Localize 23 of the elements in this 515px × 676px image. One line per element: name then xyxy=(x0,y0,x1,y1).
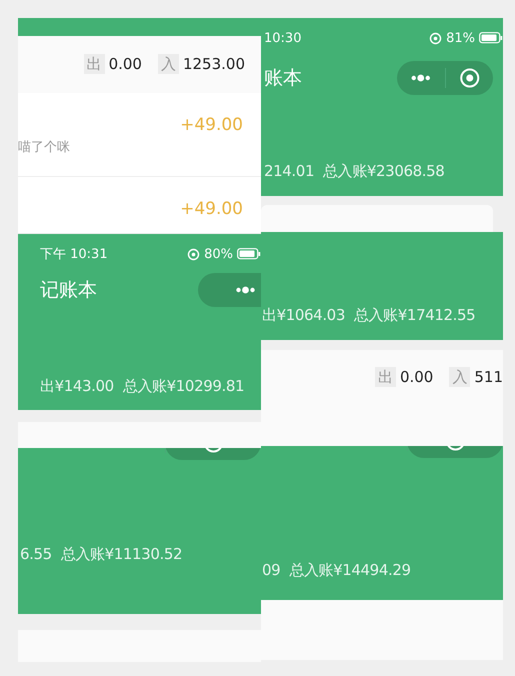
battery-percent: 80% xyxy=(204,246,233,262)
amount: +49.00 xyxy=(180,115,243,135)
expense-total: 出 0.00 xyxy=(84,55,142,74)
total-amount: 总入账¥14494.29 xyxy=(289,561,411,580)
page-title: 账本 xyxy=(264,66,302,91)
total-amount: 出¥1064.03 xyxy=(262,306,345,325)
total-amount: 214.01 xyxy=(264,162,314,181)
status-time: 10:30 xyxy=(264,30,302,46)
total-amount: 6.55 xyxy=(20,545,52,564)
income-total: 入 1253.00 xyxy=(158,55,245,74)
page-title: 记账本 xyxy=(40,278,97,303)
total-amount: 总入账¥23068.58 xyxy=(323,162,444,181)
total-amount: 总入账¥11130.52 xyxy=(60,545,182,564)
total-amount: 出¥143.00 xyxy=(40,377,114,396)
entry-note: 喵了个咪 xyxy=(18,139,70,156)
total-amount: 总入账¥17412.55 xyxy=(354,306,476,325)
amount: +49.00 xyxy=(180,199,243,219)
expense-total: 出 0.00 xyxy=(374,368,434,387)
battery-percent: 81% xyxy=(446,30,475,46)
total-amount: 总入账¥10299.81 xyxy=(122,377,244,396)
status-time: 下午 10:31 xyxy=(40,246,108,263)
total-amount: 09 xyxy=(262,561,280,580)
income-total: 入 511 xyxy=(449,368,503,387)
